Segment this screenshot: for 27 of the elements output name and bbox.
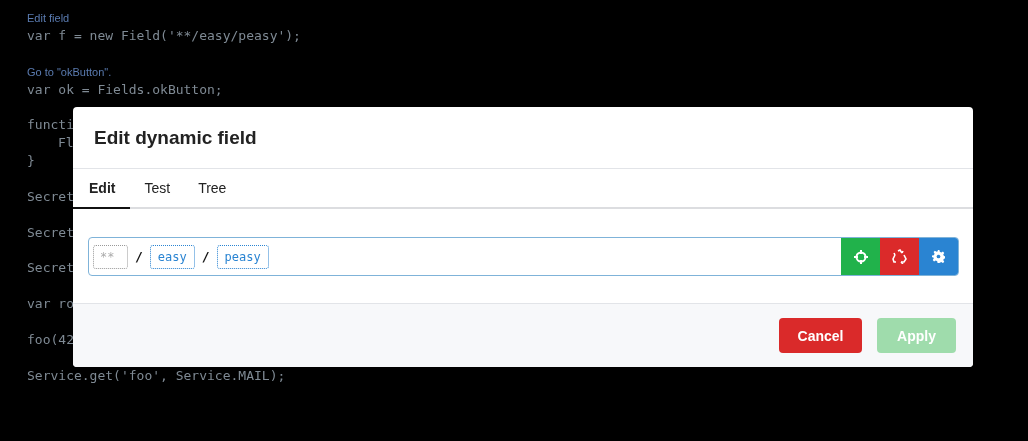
code-line: } (27, 153, 35, 169)
tab[interactable]: Edit (73, 169, 131, 209)
code-comment: Edit field (27, 12, 70, 24)
code-line: var ok = Fields.okButton; (27, 81, 223, 97)
crosshair-icon (853, 249, 868, 264)
code-line: var ro (27, 296, 74, 312)
settings-icon (932, 250, 945, 263)
dialog-title: Edit dynamic field (94, 126, 257, 149)
code-line: foo(42 (27, 332, 74, 348)
target-button[interactable] (841, 238, 880, 275)
code-line: Fl (58, 135, 74, 151)
path-separator: / (200, 249, 211, 264)
path-separator: / (134, 249, 144, 264)
code-line: functi (27, 117, 74, 133)
settings-button[interactable] (919, 238, 958, 275)
recycle-button[interactable] (880, 238, 919, 275)
code-line: Service.get('foo', Service.MAIL); (27, 367, 286, 383)
cancel-button[interactable]: Cancel (779, 318, 862, 353)
code-line: Secret (27, 224, 74, 240)
path-input[interactable]: ** (93, 244, 128, 269)
code-line: Secret (27, 188, 74, 204)
recycle-icon (891, 249, 908, 264)
code-line: var f = new Field('**/easy/peasy'); (27, 27, 301, 43)
tab[interactable]: Tree (184, 169, 241, 209)
code-comment: Go to "okButton". (27, 65, 112, 78)
code-line: Secret (27, 260, 74, 276)
tab[interactable]: Test (130, 169, 185, 209)
